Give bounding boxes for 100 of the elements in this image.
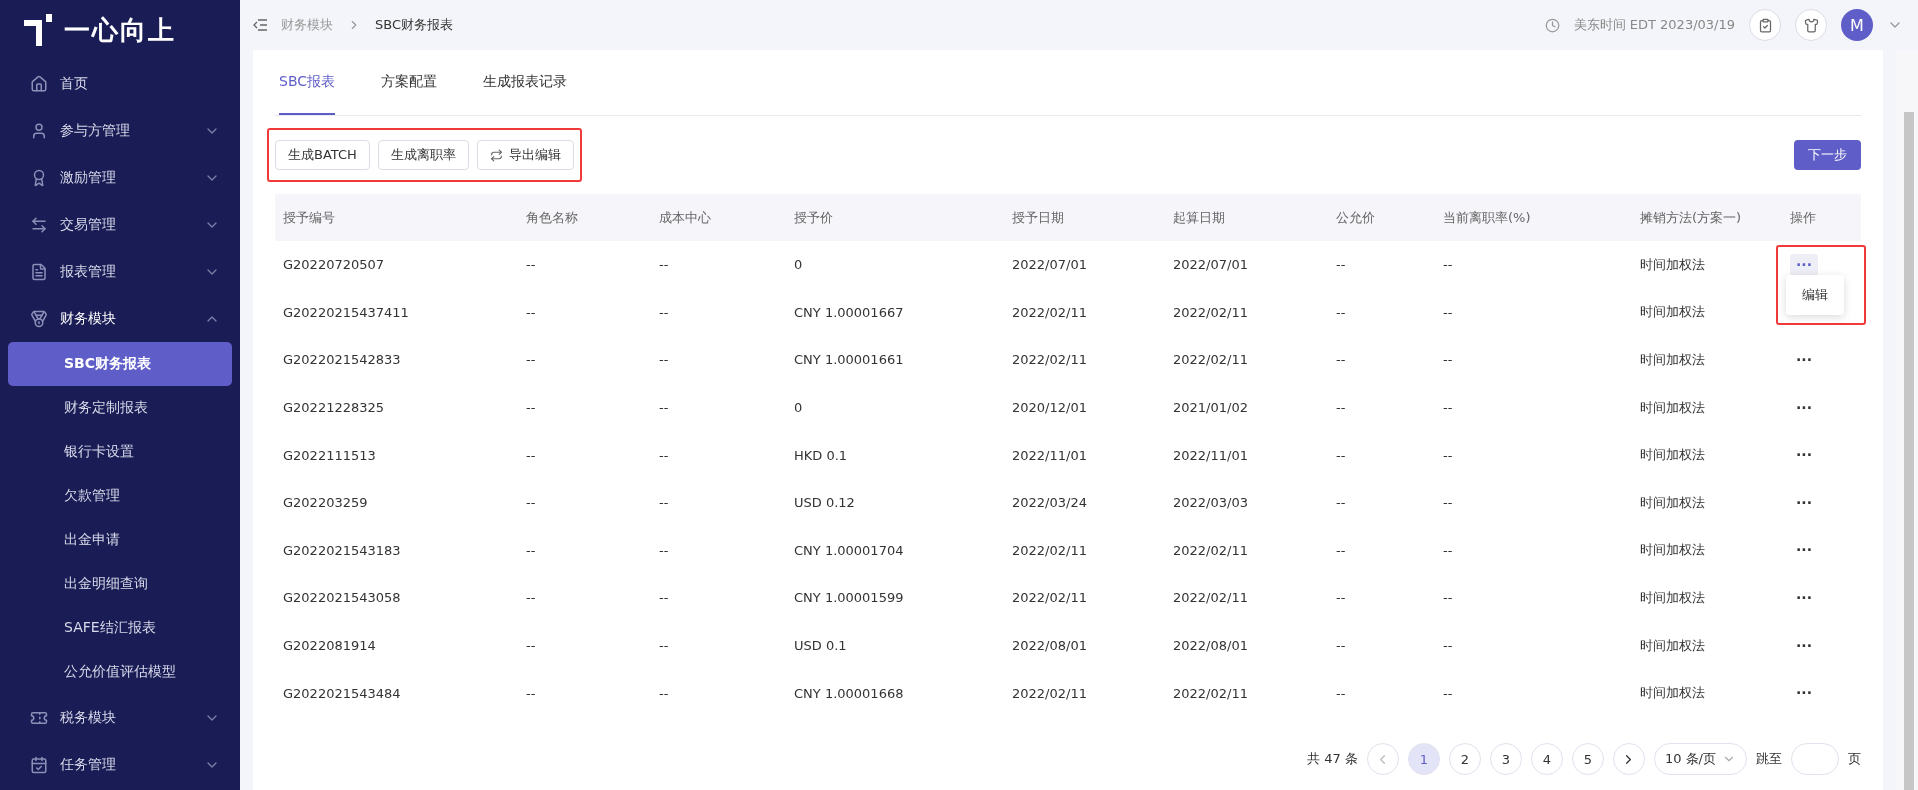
more-button[interactable]: ··· xyxy=(1790,349,1818,371)
column-header: 成本中心 xyxy=(651,194,786,241)
sidebar-item[interactable]: 激励管理 xyxy=(0,154,240,201)
column-header: 摊销方法(方案一) xyxy=(1632,194,1782,241)
table-cell-text: -- xyxy=(1335,494,1347,513)
toolbar-button[interactable]: 生成BATCH xyxy=(275,140,370,170)
sidebar-item[interactable]: 首页 xyxy=(0,60,240,107)
more-button[interactable]: ··· xyxy=(1790,396,1818,419)
calendar-check-icon xyxy=(30,755,48,774)
sidebar-subitem[interactable]: 欠款管理 xyxy=(8,474,232,518)
page-input[interactable] xyxy=(1791,743,1839,775)
next-step-button[interactable]: 下一步 xyxy=(1794,140,1861,170)
page-button[interactable]: 2 xyxy=(1448,743,1481,775)
table-cell-text: -- xyxy=(525,351,537,370)
table-cell-text: 时间加权法 xyxy=(1639,351,1706,369)
table-cell-text: 2022/02/11 xyxy=(1011,351,1088,370)
more-button[interactable]: ··· xyxy=(1790,491,1818,514)
page-button[interactable]: 5 xyxy=(1571,743,1604,775)
table-cell-text: -- xyxy=(1335,303,1347,322)
table-cell-text: -- xyxy=(658,351,670,370)
table-cell-text: 时间加权法 xyxy=(1639,636,1706,655)
table-cell-text: -- xyxy=(658,446,670,465)
sidebar-item[interactable]: 税务模块 xyxy=(0,694,240,741)
clipboard-button[interactable] xyxy=(1749,9,1781,41)
clock-icon xyxy=(1544,17,1560,33)
table-cell-text: 2022/11/01 xyxy=(1011,446,1088,465)
table-cell-text: -- xyxy=(525,399,537,418)
more-button[interactable]: ··· xyxy=(1790,634,1818,657)
page-button[interactable]: 1 xyxy=(1407,743,1440,775)
table-cell-text: -- xyxy=(525,494,537,513)
table-cell-text: 时间加权法 xyxy=(1639,303,1706,322)
column-header: 授予日期 xyxy=(1004,194,1165,241)
table-cell-text: -- xyxy=(658,399,670,418)
table-cell-text: -- xyxy=(1442,589,1454,608)
tab[interactable]: SBC报表 xyxy=(279,73,336,115)
table-cell-text: -- xyxy=(1442,684,1454,703)
page-button[interactable]: 4 xyxy=(1530,743,1563,775)
tab[interactable]: 方案配置 xyxy=(381,73,438,115)
page-unit-label: 页 xyxy=(1848,750,1861,768)
table-cell-text: -- xyxy=(1335,589,1347,608)
sidebar-subitem[interactable]: SBC财务报表 xyxy=(8,342,232,386)
table-cell-text: -- xyxy=(1335,351,1347,370)
sidebar-subitem[interactable]: 财务定制报表 xyxy=(8,386,232,430)
sidebar-item[interactable]: 任务管理 xyxy=(0,741,240,788)
more-button[interactable]: ··· xyxy=(1790,586,1818,609)
table-cell-text: 2022/03/03 xyxy=(1172,494,1249,513)
table-cell-text: 2022/02/11 xyxy=(1172,684,1249,703)
table-cell-text: 2022/02/11 xyxy=(1011,589,1088,608)
table-cell-text: USD 0.12 xyxy=(793,494,856,513)
column-header: 起算日期 xyxy=(1165,194,1328,241)
toolbar-button[interactable]: 生成离职率 xyxy=(377,140,469,170)
next-page-button[interactable] xyxy=(1612,743,1645,775)
sidebar-item[interactable]: 报表管理 xyxy=(0,248,240,295)
table-cell-text: USD 0.1 xyxy=(793,637,848,656)
table-cell-text: -- xyxy=(525,637,537,656)
sidebar-subitem[interactable]: 出金明细查询 xyxy=(8,562,232,606)
toolbar-button[interactable]: 导出编辑 xyxy=(476,140,574,170)
sidebar-item[interactable]: 参与方管理 xyxy=(0,107,240,154)
table-cell-text: -- xyxy=(658,541,670,560)
table-cell-text: 2020/12/01 xyxy=(1011,399,1088,418)
more-button[interactable]: ··· xyxy=(1790,682,1818,705)
sidebar-subitem[interactable]: 出金申请 xyxy=(8,518,232,562)
total-count: 共 47 条 xyxy=(1307,750,1358,768)
collapse-menu-icon[interactable] xyxy=(253,19,267,31)
table-cell-text: -- xyxy=(658,637,670,656)
tab[interactable]: 生成报表记录 xyxy=(483,73,568,115)
jump-label: 跳至 xyxy=(1756,750,1782,768)
table-cell-text: 时间加权法 xyxy=(1639,398,1706,417)
more-button[interactable]: ··· xyxy=(1790,539,1818,562)
sidebar-item[interactable]: 交易管理 xyxy=(0,201,240,248)
more-button[interactable]: ··· xyxy=(1790,444,1818,467)
user-avatar[interactable]: M xyxy=(1841,9,1873,41)
table-cell-text: 2022/02/11 xyxy=(1172,541,1249,560)
time-label: 美东时间 EDT 2023/03/19 xyxy=(1573,16,1735,34)
table-cell-text: G2022081914 xyxy=(282,637,377,656)
table-cell-text: CNY 1.00001599 xyxy=(793,589,905,608)
table-cell-text: 2022/02/11 xyxy=(1172,351,1249,370)
shirt-icon xyxy=(1803,17,1819,33)
table-cell-text: 2022/07/01 xyxy=(1172,256,1249,275)
table-cell-text: 2022/02/11 xyxy=(1172,303,1249,322)
sidebar-subitem[interactable]: 银行卡设置 xyxy=(8,430,232,474)
table-cell-text: 2022/03/24 xyxy=(1011,494,1088,513)
column-header: 操作 xyxy=(1782,194,1861,241)
page-button[interactable]: 3 xyxy=(1489,743,1522,775)
table-cell-text: CNY 1.00001667 xyxy=(793,303,905,322)
breadcrumb-item: SBC财务报表 xyxy=(375,16,454,34)
table-cell-text: -- xyxy=(1442,303,1454,322)
table-cell-text: -- xyxy=(1442,637,1454,656)
sidebar-subitem[interactable]: 公允价值评估模型 xyxy=(8,650,232,694)
sidebar-item[interactable]: 财务模块 xyxy=(0,295,240,342)
column-header: 授予编号 xyxy=(275,194,518,241)
menu-item[interactable]: 编辑 xyxy=(1790,279,1840,311)
table-cell-text: -- xyxy=(658,303,670,322)
sidebar-label: 交易管理 xyxy=(60,215,117,234)
table-cell-text: -- xyxy=(1335,684,1347,703)
more-button[interactable]: ··· xyxy=(1790,253,1818,276)
scrollbar-thumb[interactable] xyxy=(1904,112,1914,790)
shirt-button[interactable] xyxy=(1795,9,1827,41)
sidebar-subitem[interactable]: SAFE结汇报表 xyxy=(8,606,232,650)
table-cell-text: HKD 0.1 xyxy=(793,446,849,465)
